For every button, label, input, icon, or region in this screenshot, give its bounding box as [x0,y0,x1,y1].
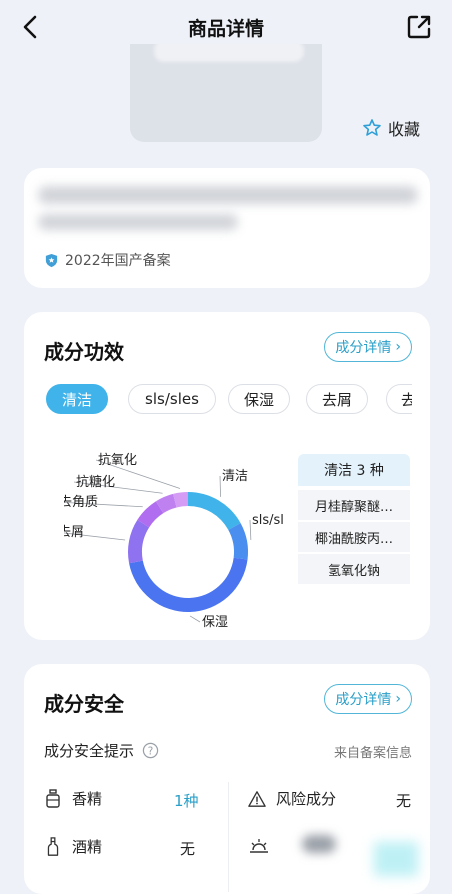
alcohol-value: 无 [180,840,196,858]
sunrise-icon [250,839,268,853]
tab-cleansing[interactable]: 清洁 [46,384,108,414]
blurred-product-name [38,186,418,204]
donut-label: 保湿 [202,615,228,630]
tab-sls-sles[interactable]: sls/sles [128,384,216,414]
record-info: 2022年国产备案 [44,250,171,270]
safety-item-risk[interactable]: 风险成分 [248,788,336,809]
safety-detail-button[interactable]: 成分详情 › [324,684,412,714]
favorite-label: 收藏 [388,120,421,139]
donut-label: 去角质 [64,495,98,510]
column-divider [228,782,229,892]
donut-label: 去屑 [64,525,84,540]
svg-text:?: ? [148,745,154,757]
leader-line [189,615,201,623]
safety-title: 成分安全 [44,692,124,716]
tab-more[interactable]: 去 [386,384,412,414]
efficacy-detail-label: 成分详情 [335,340,392,356]
donut-label: sls/sles [252,513,284,528]
blurred-label [302,835,336,853]
star-outline-icon [363,119,381,136]
blurred-product-name-line2 [38,214,238,230]
product-info-card: 2022年国产备案 [24,168,430,288]
ingredient-list: 清洁 3 种 月桂醇聚醚… 椰油酰胺丙… 氢氧化钠 [298,454,410,586]
efficacy-title: 成分功效 [44,340,124,364]
warning-triangle-icon [248,790,266,807]
safety-subtitle-text: 成分安全提示 [44,742,135,760]
tab-anti-dandruff[interactable]: 去屑 [306,384,368,414]
shield-star-icon [45,253,58,267]
question-circle-icon[interactable]: ? [142,742,159,759]
alcohol-label: 酒精 [72,838,103,856]
safety-item-alcohol[interactable]: 酒精 [44,836,102,857]
record-text: 2022年国产备案 [65,253,171,269]
efficacy-donut-chart: 清洁 sls/sles 保湿 去屑 去角质 抗糖化 抗氧化 [64,453,284,630]
safety-item-fragrance[interactable]: 香精 [44,788,102,809]
alcohol-bottle-icon [47,836,59,856]
fragrance-label: 香精 [72,790,103,808]
blurred-value [374,842,418,876]
favorite-button[interactable]: 收藏 [362,116,420,140]
safety-source: 来自备案信息 [333,746,412,761]
donut-slice [129,557,248,612]
chevron-right-icon: › [395,339,401,355]
ingredient-item[interactable]: 氢氧化钠 [298,554,410,584]
perfume-bottle-icon [46,788,60,808]
donut-slice [128,519,150,564]
efficacy-tabs: 清洁 sls/sles 保湿 去屑 去 [46,384,412,416]
safety-subtitle: 成分安全提示 ? [44,740,159,761]
ingredient-item[interactable]: 椰油酰胺丙… [298,522,410,552]
ingredient-item[interactable]: 月桂醇聚醚… [298,490,410,520]
ingredient-list-header: 清洁 3 种 [298,454,410,486]
tab-moisturizing[interactable]: 保湿 [228,384,290,414]
fragrance-value: 1种 [174,792,199,810]
image-watermark [154,44,304,62]
product-image [130,44,322,142]
page-title: 商品详情 [187,18,264,40]
chevron-right-icon: › [395,691,401,707]
donut-label: 抗糖化 [76,474,115,490]
risk-label: 风险成分 [276,790,337,808]
safety-detail-label: 成分详情 [335,692,392,708]
leader-line [249,519,252,541]
safety-card: 成分安全 成分详情 › 成分安全提示 ? 来自备案信息 香精 1种 风险成分 无 [24,664,430,894]
donut-label: 清洁 [222,469,248,484]
efficacy-card: 成分功效 成分详情 › 清洁 sls/sles 保湿 去屑 去 清洁 sls/sl… [24,312,430,640]
donut-slice [188,492,241,530]
risk-value: 无 [396,792,412,810]
donut-label: 抗氧化 [98,453,137,468]
leader-line [219,475,221,497]
share-icon[interactable] [406,14,432,40]
efficacy-detail-button[interactable]: 成分详情 › [324,332,412,362]
donut-slice [228,523,248,560]
